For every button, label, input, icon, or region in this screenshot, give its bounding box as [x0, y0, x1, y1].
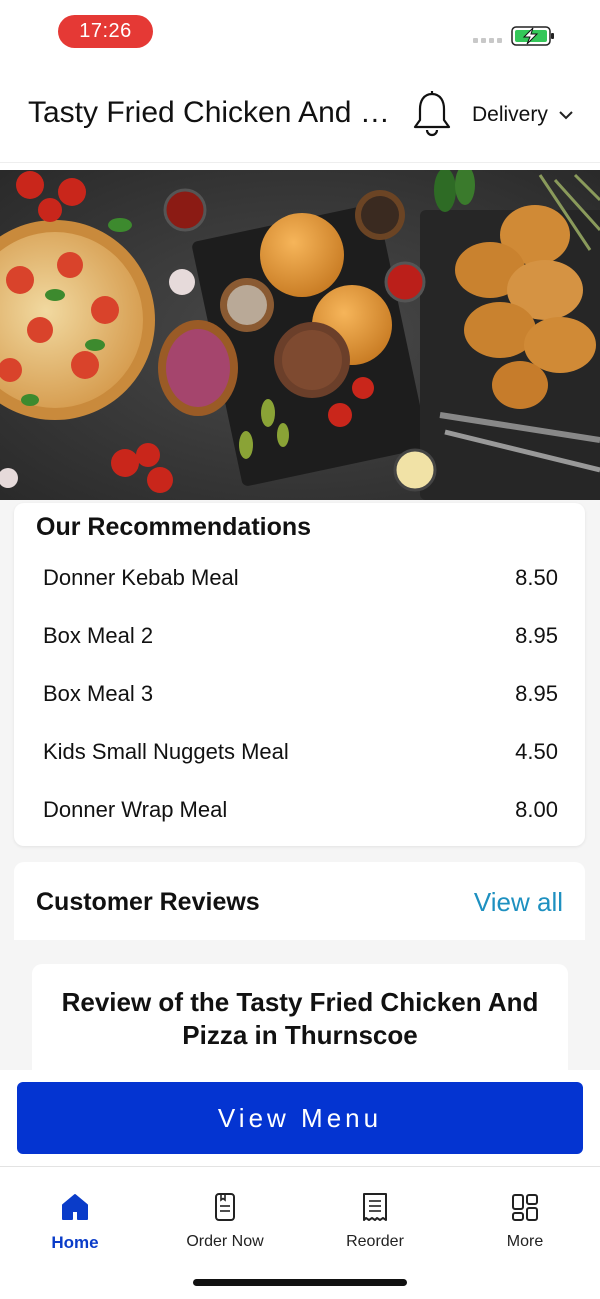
recommendations-card: Our Recommendations Donner Kebab Meal 8.… — [14, 503, 585, 846]
bell-icon[interactable] — [411, 90, 453, 138]
tab-more[interactable]: More — [460, 1191, 590, 1251]
recommendation-item[interactable]: Donner Wrap Meal 8.00 — [14, 793, 585, 851]
item-name: Kids Small Nuggets Meal — [43, 739, 289, 764]
item-price: 8.50 — [515, 565, 558, 590]
tab-order-now[interactable]: Order Now — [160, 1191, 290, 1251]
recommendation-item[interactable]: Kids Small Nuggets Meal 4.50 — [14, 735, 585, 793]
item-name: Box Meal 3 — [43, 681, 154, 706]
item-price: 4.50 — [515, 739, 558, 764]
bottom-tab-bar: Home Order Now Reorder More — [0, 1166, 600, 1299]
tab-label: Home — [51, 1233, 99, 1252]
app-header: Tasty Fried Chicken And Pizza in Thurnsc… — [0, 70, 600, 163]
recommendations-list: Donner Kebab Meal 8.50 Box Meal 2 8.95 B… — [14, 561, 585, 851]
home-icon — [62, 1194, 88, 1220]
order-mode-label: Delivery — [472, 103, 548, 126]
battery-charging-icon — [511, 26, 554, 46]
view-menu-container: View Menu — [0, 1070, 600, 1166]
item-name: Donner Wrap Meal — [43, 797, 228, 822]
item-price: 8.95 — [515, 623, 558, 648]
tab-home[interactable]: Home — [10, 1191, 140, 1253]
review-card-title: Review of the Tasty Fried Chicken And Pi… — [61, 987, 539, 1050]
recommendation-item[interactable]: Box Meal 2 8.95 — [14, 619, 585, 677]
status-time: 17:26 — [58, 15, 153, 48]
review-card[interactable]: Review of the Tasty Fried Chicken And Pi… — [32, 964, 568, 1084]
grid-icon — [512, 1194, 538, 1221]
item-price: 8.00 — [515, 797, 558, 822]
view-all-reviews-link[interactable]: View all — [474, 887, 563, 918]
recommendations-title: Our Recommendations — [36, 513, 312, 541]
order-icon — [215, 1193, 235, 1221]
reviews-header: Customer Reviews View all — [14, 862, 585, 940]
status-bar: 17:26 — [0, 0, 600, 64]
signal-icon — [473, 38, 502, 43]
receipt-icon — [363, 1193, 387, 1221]
home-indicator[interactable] — [193, 1279, 407, 1286]
recommendation-item[interactable]: Box Meal 3 8.95 — [14, 677, 585, 735]
item-name: Donner Kebab Meal — [43, 565, 239, 590]
item-name: Box Meal 2 — [43, 623, 154, 648]
tab-label: Reorder — [346, 1233, 404, 1250]
chevron-down-icon — [559, 111, 573, 120]
view-menu-button[interactable]: View Menu — [17, 1082, 583, 1154]
order-mode-dropdown[interactable]: Delivery — [472, 103, 574, 127]
food-banner-image — [0, 170, 600, 500]
tab-reorder[interactable]: Reorder — [310, 1191, 440, 1251]
item-price: 8.95 — [515, 681, 558, 706]
recommendation-item[interactable]: Donner Kebab Meal 8.50 — [14, 561, 585, 619]
tab-label: More — [506, 1233, 544, 1250]
tab-label: Order Now — [186, 1233, 264, 1250]
store-title: Tasty Fried Chicken And Pizza in Thurnsc… — [28, 96, 406, 129]
reviews-title: Customer Reviews — [36, 888, 260, 916]
